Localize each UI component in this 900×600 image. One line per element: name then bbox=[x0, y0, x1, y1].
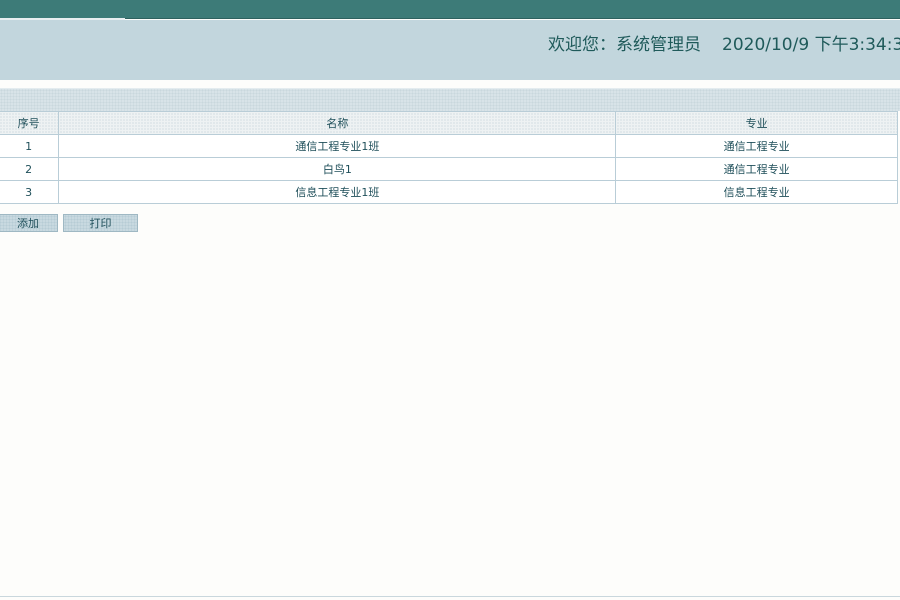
column-header-name: 名称 bbox=[58, 111, 617, 135]
cell-seq: 1 bbox=[0, 134, 60, 158]
datetime-text: 2020/10/9 下午3:34:31 bbox=[722, 35, 900, 55]
toolbar-strip bbox=[0, 88, 900, 111]
cell-name: 信息工程专业1班 bbox=[58, 180, 617, 204]
cell-major: 通信工程专业 bbox=[615, 157, 898, 181]
bottom-divider bbox=[0, 596, 900, 597]
cell-seq: 2 bbox=[0, 157, 60, 181]
class-table: 序号 名称 专业 1 通信工程专业1班 通信工程专业 2 白鸟1 通信工程专业 … bbox=[0, 111, 898, 204]
welcome-text: 欢迎您：系统管理员 bbox=[548, 35, 701, 55]
cell-major: 信息工程专业 bbox=[615, 180, 898, 204]
table-row[interactable]: 1 通信工程专业1班 通信工程专业 bbox=[0, 134, 898, 158]
header-info: 欢迎您：系统管理员 2020/10/9 下午3:34:31 bbox=[0, 20, 900, 70]
table-row[interactable]: 2 白鸟1 通信工程专业 bbox=[0, 157, 898, 181]
cell-seq: 3 bbox=[0, 180, 60, 204]
cell-major: 通信工程专业 bbox=[615, 134, 898, 158]
column-header-seq: 序号 bbox=[0, 111, 60, 135]
table-header-row: 序号 名称 专业 bbox=[0, 111, 898, 135]
print-button[interactable]: 打印 bbox=[63, 214, 138, 232]
column-header-major: 专业 bbox=[615, 111, 898, 135]
top-strip bbox=[0, 0, 900, 19]
cell-name: 通信工程专业1班 bbox=[58, 134, 617, 158]
table-row[interactable]: 3 信息工程专业1班 信息工程专业 bbox=[0, 180, 898, 204]
header-band: 欢迎您：系统管理员 2020/10/9 下午3:34:31 bbox=[0, 20, 900, 80]
add-button[interactable]: 添加 bbox=[0, 214, 58, 232]
cell-name: 白鸟1 bbox=[58, 157, 617, 181]
